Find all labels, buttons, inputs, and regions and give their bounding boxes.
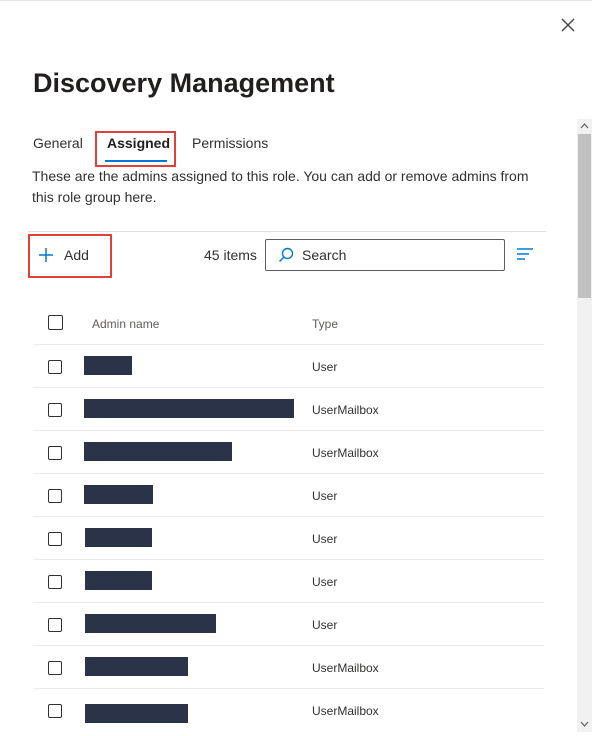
tab-permissions[interactable]: Permissions — [192, 135, 268, 151]
type-cell: UserMailbox — [312, 403, 379, 417]
scroll-up-button[interactable] — [577, 119, 592, 133]
top-border — [0, 0, 592, 1]
type-cell: User — [312, 489, 338, 503]
search-input[interactable] — [302, 247, 482, 263]
table-row[interactable]: User — [33, 603, 544, 646]
row-checkbox[interactable] — [48, 489, 62, 503]
row-checkbox[interactable] — [48, 575, 62, 589]
type-cell: User — [312, 575, 338, 589]
select-all-checkbox[interactable] — [48, 315, 63, 330]
scrollbar-thumb[interactable] — [578, 134, 591, 298]
highlight-box-assigned-tab — [95, 131, 176, 167]
row-checkbox[interactable] — [48, 446, 62, 460]
filter-button[interactable] — [516, 247, 534, 266]
close-icon — [561, 18, 575, 32]
redacted-admin-name — [85, 704, 188, 723]
table-header: Admin name Type — [33, 302, 544, 345]
redacted-admin-name — [85, 528, 152, 547]
column-header-type[interactable]: Type — [312, 317, 338, 331]
redacted-admin-name — [84, 356, 132, 375]
table-row[interactable]: User — [33, 345, 544, 388]
type-cell: User — [312, 532, 338, 546]
highlight-box-add-button — [28, 234, 112, 278]
filter-lines-icon — [517, 248, 533, 260]
redacted-admin-name — [84, 485, 153, 504]
scroll-down-button[interactable] — [577, 717, 592, 731]
row-checkbox[interactable] — [48, 403, 62, 417]
redacted-admin-name — [85, 657, 188, 676]
row-checkbox[interactable] — [48, 532, 62, 546]
item-count: 45 items — [204, 247, 257, 263]
table-row[interactable]: UserMailbox — [33, 388, 544, 431]
type-cell: User — [312, 618, 338, 632]
type-cell: UserMailbox — [312, 661, 379, 675]
table-row[interactable]: User — [33, 560, 544, 603]
tab-general[interactable]: General — [33, 135, 83, 151]
row-checkbox[interactable] — [48, 618, 62, 632]
table-row[interactable]: UserMailbox — [33, 646, 544, 689]
redacted-admin-name — [84, 399, 294, 418]
command-bar-divider — [28, 231, 546, 232]
caret-down-icon — [580, 721, 589, 727]
redacted-admin-name — [84, 442, 232, 461]
caret-up-icon — [580, 123, 589, 129]
table-row[interactable]: UserMailbox — [33, 689, 544, 732]
column-header-admin-name[interactable]: Admin name — [92, 317, 159, 331]
table-row[interactable]: User — [33, 517, 544, 560]
type-cell: UserMailbox — [312, 446, 379, 460]
redacted-admin-name — [85, 614, 216, 633]
row-checkbox[interactable] — [48, 360, 62, 374]
table-row[interactable]: User — [33, 474, 544, 517]
search-icon — [278, 247, 294, 263]
role-description: These are the admins assigned to this ro… — [32, 168, 529, 205]
redacted-admin-name — [85, 571, 152, 590]
search-box[interactable] — [265, 239, 505, 271]
close-button[interactable] — [556, 14, 580, 38]
table-row[interactable]: UserMailbox — [33, 431, 544, 474]
row-checkbox[interactable] — [48, 661, 62, 675]
row-checkbox[interactable] — [48, 704, 62, 718]
type-cell: User — [312, 360, 338, 374]
type-cell: UserMailbox — [312, 704, 379, 718]
page-title: Discovery Management — [33, 68, 335, 98]
